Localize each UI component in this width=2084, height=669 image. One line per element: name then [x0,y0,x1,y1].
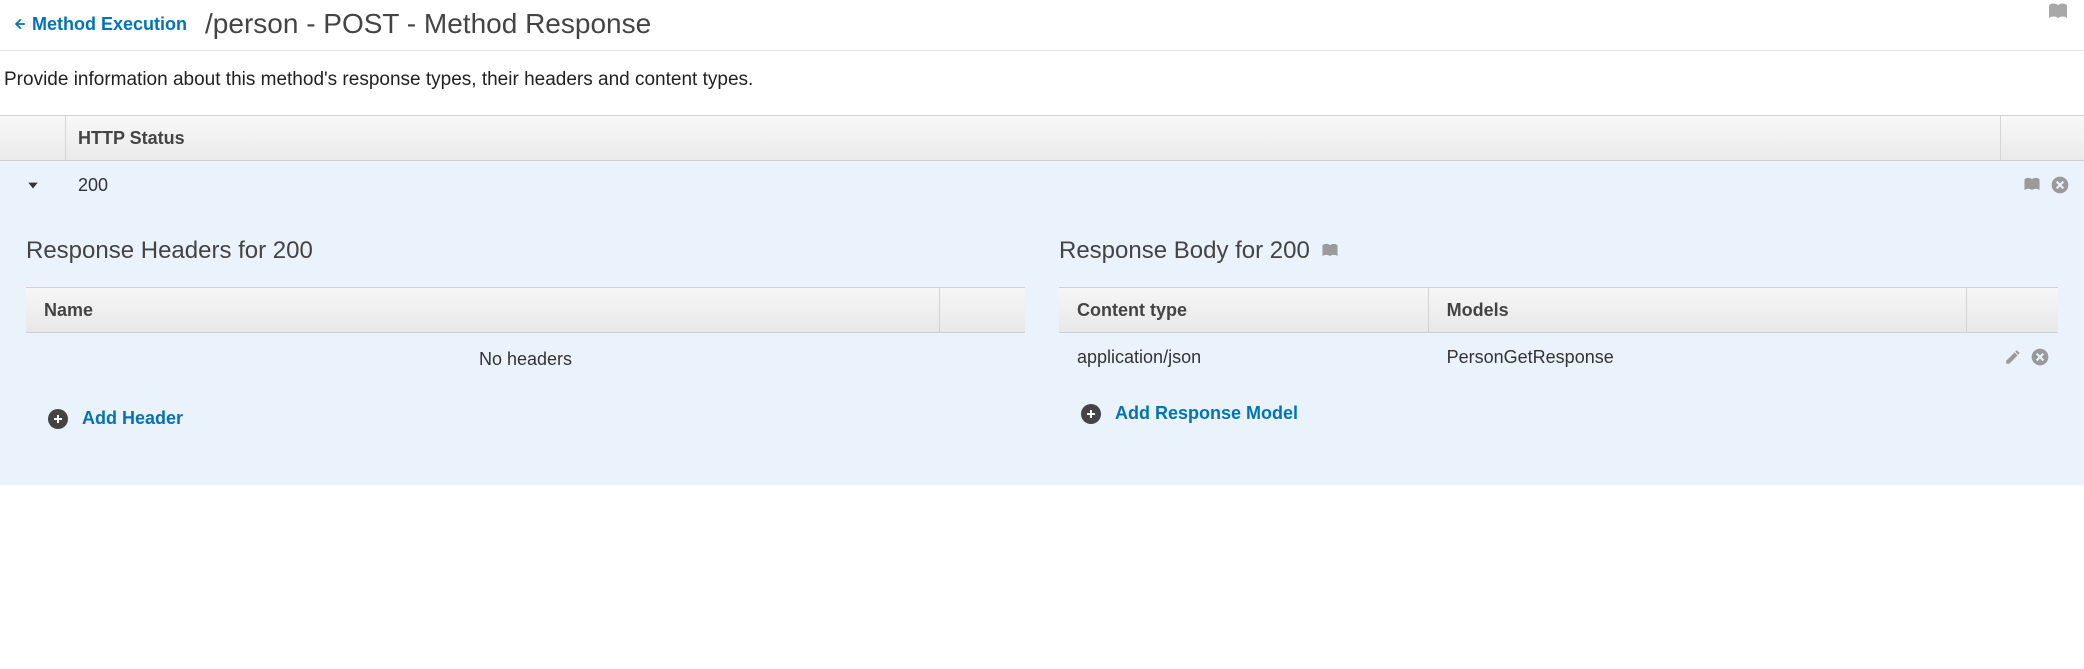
add-header-link[interactable]: Add Header [82,408,183,429]
plus-circle-icon [1081,404,1101,424]
status-table-header: HTTP Status [0,115,2084,161]
headers-table-body: No headers [26,333,1025,386]
back-link-label: Method Execution [32,14,187,35]
status-row-200: 200 [0,161,2084,209]
status-200-detail-panel: Response Headers for 200 Name No headers… [0,209,2084,485]
expand-toggle[interactable] [0,161,66,209]
arrow-left-icon [12,17,26,31]
expand-column-spacer [0,116,66,160]
book-icon[interactable] [2046,0,2070,24]
status-code-value: 200 [66,175,2022,196]
response-body-panel: Response Body for 200 Content type Model… [1059,237,2058,429]
body-model-row: application/json PersonGetResponse [1059,333,2058,381]
content-type-column: Content type [1059,288,1429,332]
add-header-row[interactable]: Add Header [26,386,1025,429]
delete-model-icon[interactable] [2030,347,2050,367]
book-icon[interactable] [1320,241,1340,261]
http-status-column-header: HTTP Status [66,128,2000,149]
body-actions-spacer [1966,288,2058,332]
delete-status-icon[interactable] [2050,175,2070,195]
response-headers-title: Response Headers for 200 [26,237,1025,265]
headers-name-column: Name [26,300,939,321]
models-column: Models [1429,300,1966,321]
book-icon[interactable] [2022,175,2042,195]
headers-empty-message: No headers [26,333,1025,386]
body-table-head: Content type Models [1059,287,2058,333]
headers-table-head: Name [26,287,1025,333]
page-title: /person - POST - Method Response [205,8,651,40]
content-type-value: application/json [1059,347,1429,368]
add-response-model-link[interactable]: Add Response Model [1115,403,1298,424]
page-header: Method Execution /person - POST - Method… [0,0,2084,51]
response-body-title: Response Body for 200 [1059,237,2058,265]
model-value: PersonGetResponse [1429,347,1966,368]
response-headers-panel: Response Headers for 200 Name No headers… [26,237,1025,429]
response-body-title-text: Response Body for 200 [1059,237,1310,265]
back-to-method-execution-link[interactable]: Method Execution [12,14,187,35]
body-row-actions [1966,347,2058,367]
status-row-actions [2022,175,2084,195]
edit-model-icon[interactable] [2004,348,2022,366]
headers-actions-spacer [939,288,1025,332]
body-table-body: application/json PersonGetResponse [1059,333,2058,381]
response-headers-title-text: Response Headers for 200 [26,237,313,265]
add-response-model-row[interactable]: Add Response Model [1059,381,2058,424]
status-actions-spacer [2000,116,2084,160]
page-description: Provide information about this method's … [0,51,2084,115]
plus-circle-icon [48,409,68,429]
caret-down-icon [26,178,40,192]
